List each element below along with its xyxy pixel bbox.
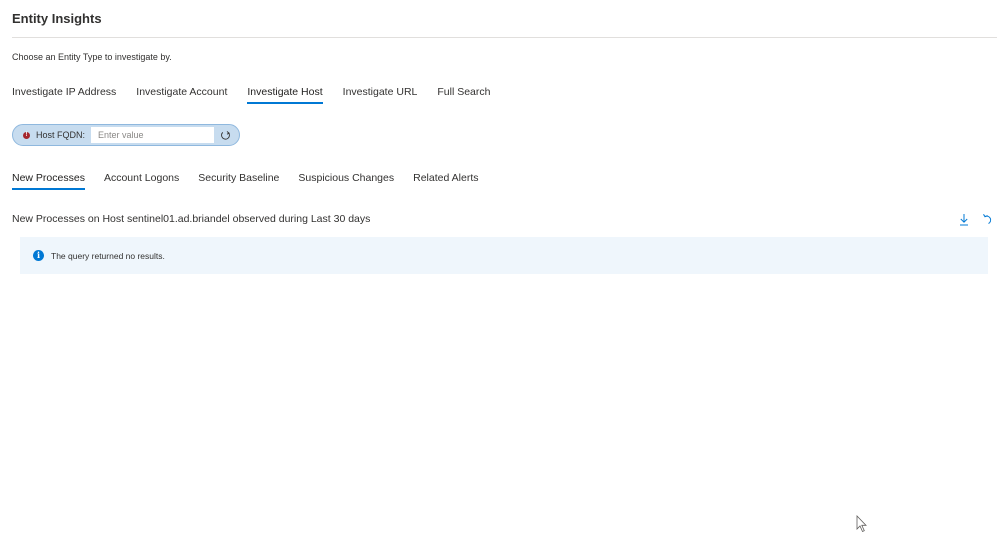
tab-related-alerts[interactable]: Related Alerts (413, 172, 478, 190)
intro-text: Choose an Entity Type to investigate by. (12, 52, 172, 62)
download-icon[interactable] (957, 212, 971, 226)
entity-insights-page: Entity Insights Choose an Entity Type to… (0, 0, 998, 547)
tab-investigate-host[interactable]: Investigate Host (247, 86, 323, 104)
no-results-text: The query returned no results. (51, 250, 165, 261)
host-fqdn-label: Host FQDN: (36, 130, 86, 140)
title-divider (12, 37, 997, 38)
entity-type-tabs: Investigate IP Address Investigate Accou… (12, 86, 510, 104)
info-icon: i (33, 250, 44, 261)
undo-icon[interactable] (981, 212, 995, 226)
host-fqdn-input[interactable] (91, 127, 215, 143)
tab-full-search[interactable]: Full Search (437, 86, 490, 104)
mouse-cursor-icon (856, 515, 867, 533)
tab-security-baseline[interactable]: Security Baseline (198, 172, 279, 190)
tab-investigate-account[interactable]: Investigate Account (136, 86, 227, 104)
host-fqdn-parameter: ! Host FQDN: (12, 124, 240, 146)
page-title: Entity Insights (12, 11, 102, 26)
no-results-message: i The query returned no results. (20, 237, 988, 274)
refresh-icon[interactable] (218, 128, 232, 142)
query-section-title: New Processes on Host sentinel01.ad.bria… (12, 213, 371, 225)
tab-investigate-ip-address[interactable]: Investigate IP Address (12, 86, 116, 104)
error-icon: ! (23, 131, 30, 139)
tab-investigate-url[interactable]: Investigate URL (343, 86, 418, 104)
tab-account-logons[interactable]: Account Logons (104, 172, 179, 190)
query-tabs: New Processes Account Logons Security Ba… (12, 172, 498, 190)
tab-new-processes[interactable]: New Processes (12, 172, 85, 190)
tab-suspicious-changes[interactable]: Suspicious Changes (298, 172, 394, 190)
